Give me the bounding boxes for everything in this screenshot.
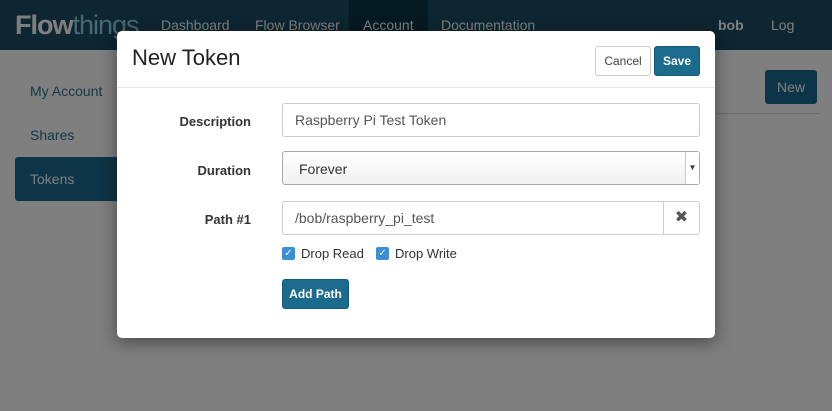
duration-value: Forever	[299, 161, 348, 177]
checkmark-icon[interactable]: ✓	[376, 247, 389, 260]
description-input[interactable]	[282, 103, 700, 137]
path-label: Path #1	[204, 212, 251, 227]
new-token-modal: New Token Cancel Save Description Durati…	[117, 31, 715, 338]
duration-label: Duration	[197, 163, 251, 178]
path-input-group: ✖	[282, 201, 700, 235]
modal-header: New Token Cancel Save	[117, 31, 715, 88]
save-button[interactable]: Save	[654, 46, 700, 76]
duration-select[interactable]: Forever ▼	[282, 151, 700, 185]
chevron-down-icon: ▼	[685, 152, 699, 184]
cancel-button[interactable]: Cancel	[595, 46, 651, 76]
checkmark-icon[interactable]: ✓	[282, 247, 295, 260]
description-label: Description	[179, 114, 251, 129]
modal-title: New Token	[132, 45, 241, 70]
close-icon[interactable]: ✖	[663, 201, 700, 235]
drop-read-label: Drop Read	[301, 246, 364, 261]
drop-write-label: Drop Write	[395, 246, 457, 261]
path-input[interactable]	[282, 201, 664, 235]
add-path-button[interactable]: Add Path	[282, 279, 349, 309]
